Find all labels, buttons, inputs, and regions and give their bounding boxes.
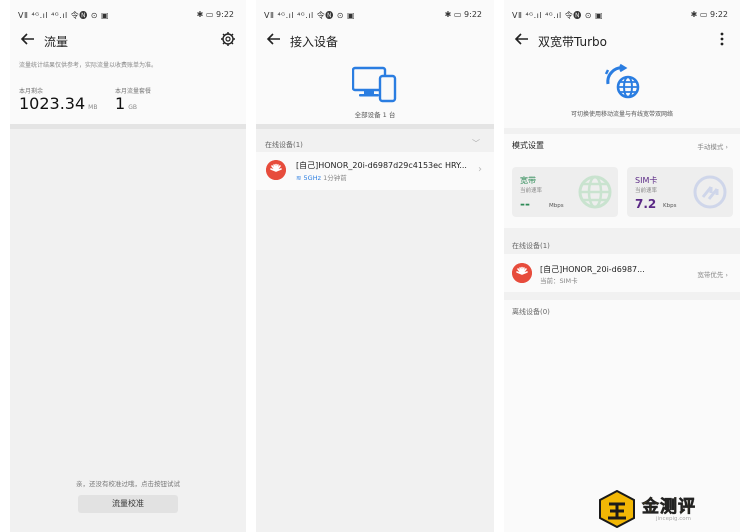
calibrate-hint: 亲，还没有校准过哦，点击按钮试试 xyxy=(76,480,180,488)
back-arrow-icon[interactable] xyxy=(513,30,531,48)
device-current: 当前：SIM卡 xyxy=(540,277,578,285)
mode-selector[interactable]: 手动模式 › xyxy=(697,141,728,151)
more-vertical-icon[interactable] xyxy=(714,31,730,47)
wifi-icon: ≋ xyxy=(296,174,302,182)
offline-section-label: 离线设备(0) xyxy=(512,308,550,316)
device-row[interactable]: [自己]HONOR_20i-d6987... 当前：SIM卡 宽带优先 › xyxy=(504,254,740,292)
status-bar: ⅤⅡ ⁴ᴳ.ıl ⁴ᴳ.ıl 令🅝 ⊙ ▣ ✱ ▭ 9:22 xyxy=(10,8,246,22)
dual-network-icon xyxy=(604,63,640,99)
status-time-group: ✱ ▭ 9:22 xyxy=(197,10,234,19)
back-arrow-icon[interactable] xyxy=(19,30,37,48)
huawei-logo-icon xyxy=(512,263,532,283)
header: 双宽带Turbo xyxy=(504,28,740,56)
brand-logo-icon xyxy=(599,490,635,528)
bluetooth-icon: ✱ xyxy=(196,10,204,19)
device-meta: ≋ 5GHz 1分钟前 xyxy=(296,172,347,182)
status-carrier: ⅤⅡ ⁴ᴳ.ıl ⁴ᴳ.ıl 令🅝 ⊙ ▣ xyxy=(512,11,604,20)
chevron-right-icon: › xyxy=(725,143,728,151)
sim-network-icon xyxy=(693,175,727,209)
section-divider xyxy=(10,124,246,129)
plan-value-group: 1 GB xyxy=(115,94,137,113)
broadband-value: -- xyxy=(520,197,530,211)
broadband-unit: Mbps xyxy=(549,203,564,209)
status-time: 9:22 xyxy=(710,10,728,19)
status-carrier: ⅤⅡ ⁴ᴳ.ıl ⁴ᴳ.ıl 令🅝 ⊙ ▣ xyxy=(264,11,356,20)
traffic-note: 流量统计结果仅供参考，实际流量以收费账单为准。 xyxy=(19,62,158,69)
mode-value: 手动模式 xyxy=(697,143,724,151)
huawei-logo-icon xyxy=(266,160,286,180)
status-bar: ⅤⅡ ⁴ᴳ.ıl ⁴ᴳ.ıl 令🅝 ⊙ ▣ ✱ ▭ 9:22 xyxy=(256,8,494,22)
mode-title: 模式设置 xyxy=(512,141,544,150)
page-title: 双宽带Turbo xyxy=(538,35,608,49)
sim-sub: 当前速率 xyxy=(635,188,658,194)
device-name: [自己]HONOR_20i-d6987d29c4153ec HRY... xyxy=(296,161,467,170)
plan-unit: GB xyxy=(128,104,137,111)
remaining-value-group: 1023.34 MB xyxy=(19,94,97,113)
page-title: 流量 xyxy=(44,35,69,49)
brand-name: 金测评 xyxy=(642,497,696,518)
battery-icon: ▭ xyxy=(699,10,708,19)
status-bar: ⅤⅡ ⁴ᴳ.ıl ⁴ᴳ.ıl 令🅝 ⊙ ▣ ✱ ▭ 9:22 xyxy=(504,8,740,22)
battery-icon: ▭ xyxy=(453,10,462,19)
section-divider xyxy=(256,124,494,129)
header: 接入设备 xyxy=(256,28,494,56)
status-time-group: ✱ ▭ 9:22 xyxy=(445,10,482,19)
broadband-card[interactable]: 宽带 当前速率 -- Mbps xyxy=(512,167,618,217)
bluetooth-icon: ✱ xyxy=(690,10,698,19)
device-row[interactable]: [自己]HONOR_20i-d6987d29c4153ec HRY... ≋ 5… xyxy=(256,152,494,190)
device-count: 全部设备 1 台 xyxy=(354,111,396,119)
screen-dual-broadband: ⅤⅡ ⁴ᴳ.ıl ⁴ᴳ.ıl 令🅝 ⊙ ▣ ✱ ▭ 9:22 双宽带Turbo … xyxy=(504,0,740,532)
status-time-group: ✱ ▭ 9:22 xyxy=(691,10,728,19)
screen-connected-devices: ⅤⅡ ⁴ᴳ.ıl ⁴ᴳ.ıl 令🅝 ⊙ ▣ ✱ ▭ 9:22 接入设备 全部设备… xyxy=(256,0,494,532)
header: 流量 xyxy=(10,28,246,56)
remaining-unit: MB xyxy=(88,104,98,111)
devices-icon xyxy=(352,66,397,103)
chevron-down-icon[interactable]: ﹀ xyxy=(472,138,480,149)
device-name: [自己]HONOR_20i-d6987... xyxy=(540,265,645,274)
status-time: 9:22 xyxy=(464,10,482,19)
battery-icon: ▭ xyxy=(205,10,214,19)
page-title: 接入设备 xyxy=(290,35,339,49)
watermark: 金测评 jincepig.com xyxy=(598,488,748,532)
device-pref-value: 宽带优先 xyxy=(697,271,724,279)
device-time: 1分钟前 xyxy=(323,174,347,182)
broadband-label: 宽带 xyxy=(520,176,536,185)
remaining-value: 1023.34 xyxy=(19,94,86,113)
online-section-label: 在线设备(1) xyxy=(265,141,303,149)
sim-value: 7.2 xyxy=(635,197,657,211)
online-section-label: 在线设备(1) xyxy=(512,242,550,250)
device-preference[interactable]: 宽带优先 › xyxy=(697,269,728,279)
status-carrier: ⅤⅡ ⁴ᴳ.ıl ⁴ᴳ.ıl 令🅝 ⊙ ▣ xyxy=(18,11,110,20)
broadband-sub: 当前速率 xyxy=(520,188,543,194)
back-arrow-icon[interactable] xyxy=(265,30,283,48)
chevron-right-icon: › xyxy=(725,271,728,279)
gear-icon[interactable] xyxy=(220,31,236,47)
sim-unit: Kbps xyxy=(663,203,677,209)
broadband-globe-icon xyxy=(578,175,612,209)
device-band: 5GHz xyxy=(303,174,322,182)
brand-url: jincepig.com xyxy=(656,516,691,522)
sim-card[interactable]: SIM卡 当前速率 7.2 Kbps xyxy=(627,167,733,217)
turbo-description: 可切换使用移动流量与有线宽带双网络 xyxy=(570,111,673,118)
mode-settings-panel: 模式设置 手动模式 › 宽带 当前速率 -- Mbps SIM卡 当前速率 7.… xyxy=(504,134,740,228)
chevron-right-icon: › xyxy=(478,164,482,175)
calibrate-button[interactable]: 流量校准 xyxy=(78,495,178,513)
plan-value: 1 xyxy=(115,94,126,113)
screen-traffic: ⅤⅡ ⁴ᴳ.ıl ⁴ᴳ.ıl 令🅝 ⊙ ▣ ✱ ▭ 9:22 流量 流量统计结果… xyxy=(10,0,246,532)
sim-label: SIM卡 xyxy=(635,176,658,185)
bluetooth-icon: ✱ xyxy=(444,10,452,19)
status-time: 9:22 xyxy=(216,10,234,19)
